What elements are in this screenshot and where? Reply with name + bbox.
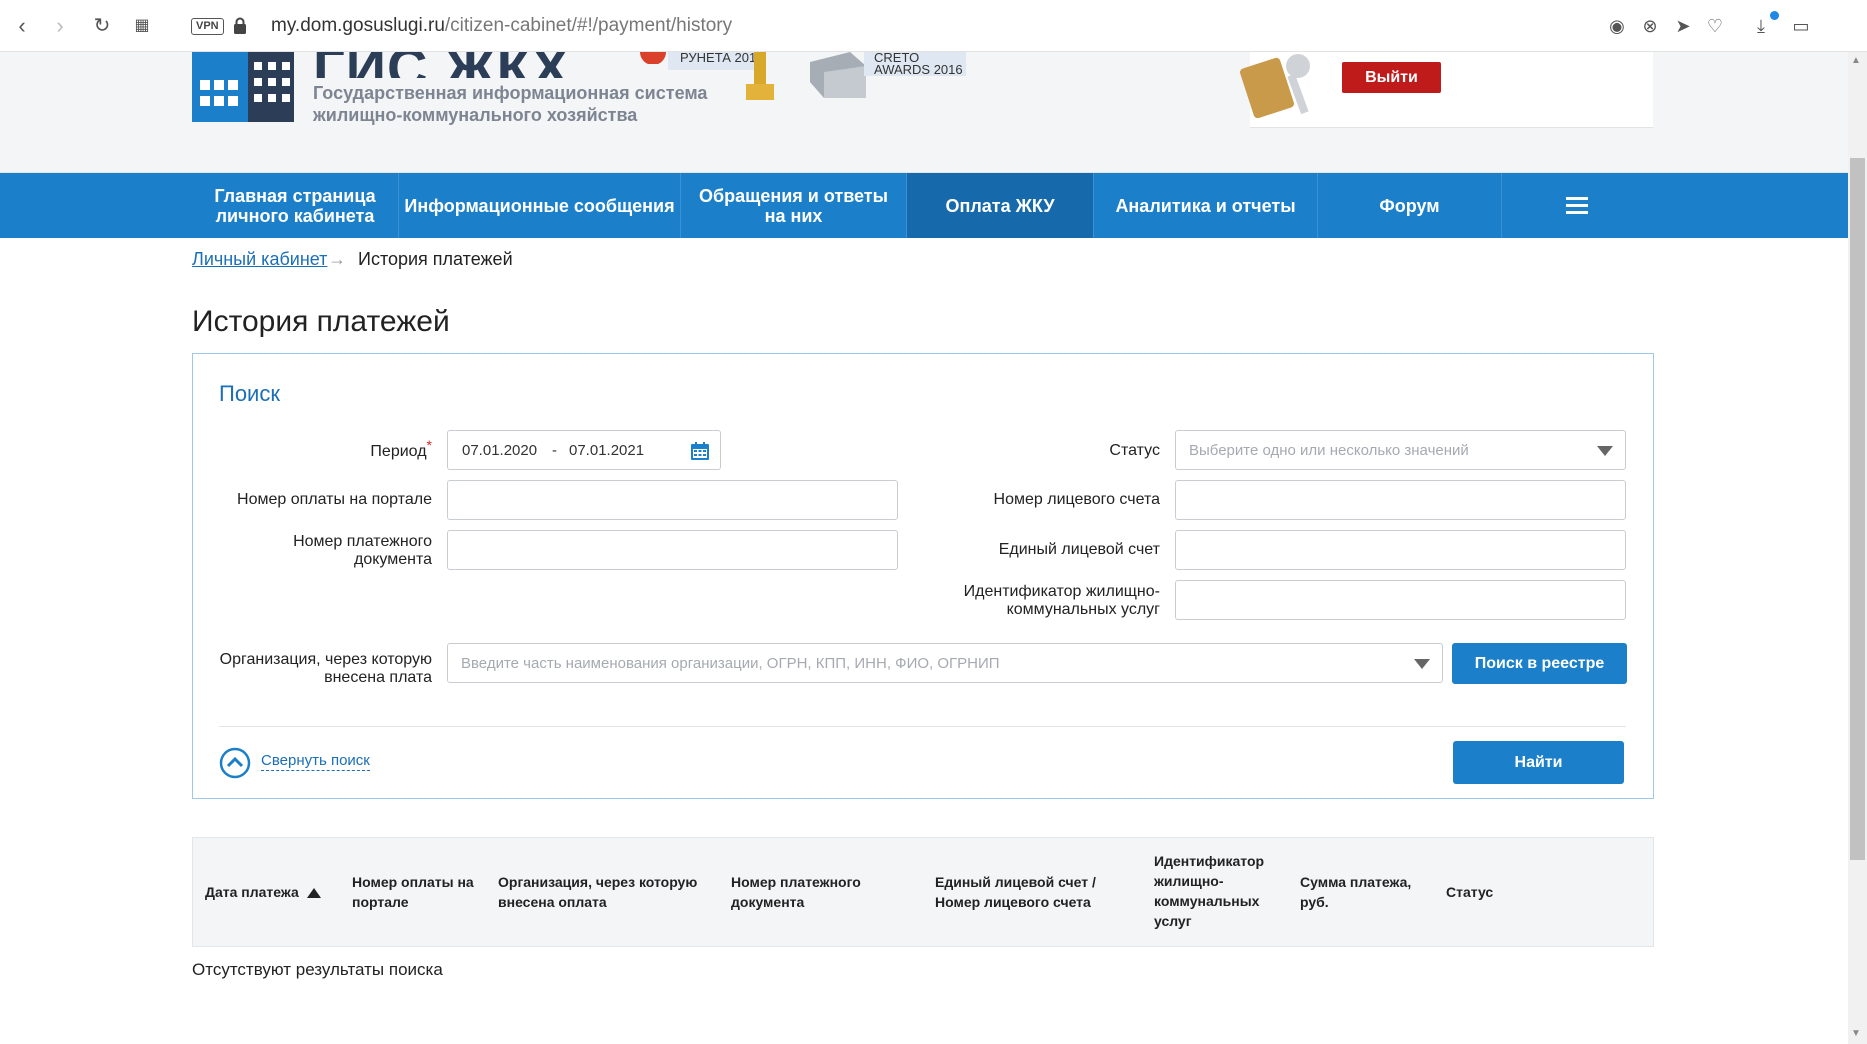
date-to-value[interactable]: 07.01.2021 <box>569 442 644 459</box>
column-header-date-label: Дата платежа <box>205 884 299 900</box>
scrollbar-thumb[interactable] <box>1850 158 1865 860</box>
column-header-account[interactable]: Единый лицевой счет / Номер лицевого сче… <box>935 872 1125 912</box>
chevron-down-icon <box>1597 446 1613 456</box>
browser-toolbar: ‹ › ↻ ▦ VPN my.dom.gosuslugi.ru/citizen-… <box>0 0 1867 52</box>
column-header-portal-number[interactable]: Номер оплаты на портале <box>352 872 476 912</box>
nav-item-appeals[interactable]: Обращения и ответы на них <box>681 173 907 238</box>
collapse-search-link[interactable]: Свернуть поиск <box>261 752 370 771</box>
back-icon[interactable]: ‹ <box>8 12 36 40</box>
trophy-icon <box>746 52 774 100</box>
search-panel <box>192 353 1654 799</box>
column-header-status[interactable]: Статус <box>1446 882 1493 902</box>
vpn-badge[interactable]: VPN <box>191 18 224 35</box>
reload-icon[interactable]: ↻ <box>88 12 116 40</box>
keys-icon <box>1240 54 1310 118</box>
address-bar[interactable]: my.dom.gosuslugi.ru/citizen-cabinet/#!/p… <box>271 15 732 37</box>
column-header-sum[interactable]: Сумма платежа, руб. <box>1300 872 1435 912</box>
service-id-label: Идентификатор жилищно- коммунальных услу… <box>930 583 1160 619</box>
status-select[interactable]: Выберите одно или несколько значений <box>1175 430 1626 470</box>
forward-icon[interactable]: › <box>46 12 74 40</box>
award-creative-line2: AWARDS 2016 <box>874 62 963 76</box>
nav-item-more[interactable] <box>1502 173 1652 238</box>
nav-item-forum[interactable]: Форум <box>1318 173 1502 238</box>
service-id-input[interactable] <box>1175 580 1626 620</box>
account-number-label: Номер лицевого счета <box>993 491 1160 508</box>
send-icon[interactable]: ➤ <box>1671 14 1695 38</box>
period-label: Период* <box>300 437 432 461</box>
organization-label-line2: внесена плата <box>324 669 432 686</box>
chevron-up-circle-icon[interactable] <box>219 747 251 779</box>
main-nav: Главная страница личного кабинета Информ… <box>0 173 1848 238</box>
account-number-input[interactable] <box>1175 480 1626 520</box>
nav-item-analytics[interactable]: Аналитика и отчеты <box>1094 173 1318 238</box>
search-divider <box>219 726 1626 727</box>
chevron-down-icon <box>1414 659 1430 669</box>
logo-title[interactable]: ГИС ЖКХ <box>313 52 570 78</box>
nav-item-messages[interactable]: Информационные сообщения <box>399 173 681 238</box>
block-icon[interactable]: ⊗ <box>1638 14 1662 38</box>
find-button[interactable]: Найти <box>1453 741 1624 784</box>
service-id-label-line2: коммунальных услуг <box>1006 601 1160 618</box>
payment-document-label-line1: Номер платежного <box>293 533 432 550</box>
logo-subtitle-line1: Государственная информационная система <box>313 83 708 103</box>
award-statue-icon <box>810 52 866 98</box>
column-header-payment-document[interactable]: Номер платежного документа <box>731 872 881 912</box>
scroll-down-arrow-icon[interactable]: ▼ <box>1851 1028 1861 1039</box>
logo-subtitle: Государственная информационная система ж… <box>313 82 707 126</box>
lock-icon <box>234 17 246 34</box>
column-header-organization[interactable]: Организация, через которую внесена оплат… <box>498 872 698 912</box>
organization-placeholder: Введите часть наименования организации, … <box>461 655 1000 672</box>
date-separator: - <box>552 442 557 459</box>
scroll-up-arrow-icon[interactable]: ▲ <box>1851 55 1861 66</box>
award-creative-badge: CRETO AWARDS 2016 <box>864 52 966 76</box>
payment-document-number-label: Номер платежного документа <box>240 533 432 569</box>
column-header-date[interactable]: Дата платежа <box>205 882 321 902</box>
url-host: my.dom.gosuslugi.ru <box>271 15 445 36</box>
required-mark: * <box>426 437 432 453</box>
column-header-service-id[interactable]: Идентификатор жилищно-коммунальных услуг <box>1154 851 1284 931</box>
organization-label: Организация, через которую внесена плата <box>210 651 432 687</box>
camera-icon[interactable]: ◉ <box>1605 14 1629 38</box>
no-results-message: Отсутствуют результаты поиска <box>192 960 443 979</box>
date-from-value[interactable]: 07.01.2020 <box>462 442 537 459</box>
nav-item-home[interactable]: Главная страница личного кабинета <box>192 173 399 238</box>
payment-document-number-input[interactable] <box>447 530 898 570</box>
hamburger-menu-icon <box>1566 196 1588 215</box>
building-logo-icon[interactable] <box>190 52 296 122</box>
download-notification-dot <box>1770 11 1779 20</box>
tabs-grid-icon[interactable]: ▦ <box>128 12 156 40</box>
heart-icon[interactable]: ♡ <box>1703 14 1727 38</box>
organization-label-line1: Организация, через которую <box>219 651 432 668</box>
status-placeholder: Выберите одно или несколько значений <box>1189 442 1469 459</box>
breadcrumb-arrow-icon: → <box>328 249 346 269</box>
unified-account-input[interactable] <box>1175 530 1626 570</box>
search-panel-title: Поиск <box>219 381 280 406</box>
portal-payment-number-label: Номер оплаты на портале <box>237 491 432 508</box>
url-path: /citizen-cabinet/#!/payment/history <box>444 15 733 36</box>
unified-account-label: Единый лицевой счет <box>998 541 1160 558</box>
organization-select[interactable]: Введите часть наименования организации, … <box>447 643 1443 683</box>
nav-item-payment[interactable]: Оплата ЖКУ <box>907 173 1094 238</box>
runet-award-logo-icon <box>640 52 666 64</box>
sort-ascending-icon[interactable] <box>306 888 321 899</box>
payment-document-label-line2: документа <box>353 551 432 568</box>
logo-subtitle-line2: жилищно-коммунального хозяйства <box>313 105 638 125</box>
period-date-range-input[interactable]: 07.01.2020 - 07.01.2021 <box>447 430 721 470</box>
battery-icon[interactable]: ▭ <box>1789 14 1813 38</box>
logout-button[interactable]: Выйти <box>1342 62 1441 93</box>
download-icon[interactable]: ⤓ <box>1749 14 1773 38</box>
page-title: История платежей <box>192 305 450 338</box>
search-registry-button[interactable]: Поиск в реестре <box>1452 643 1627 684</box>
status-label: Статус <box>1109 442 1160 459</box>
service-id-label-line1: Идентификатор жилищно- <box>963 583 1160 600</box>
breadcrumb-link-cabinet[interactable]: Личный кабинет <box>192 249 327 270</box>
calendar-icon[interactable] <box>690 441 710 461</box>
portal-payment-number-input[interactable] <box>447 480 898 520</box>
breadcrumb-current: История платежей <box>358 249 513 269</box>
period-label-text: Период <box>370 443 427 460</box>
